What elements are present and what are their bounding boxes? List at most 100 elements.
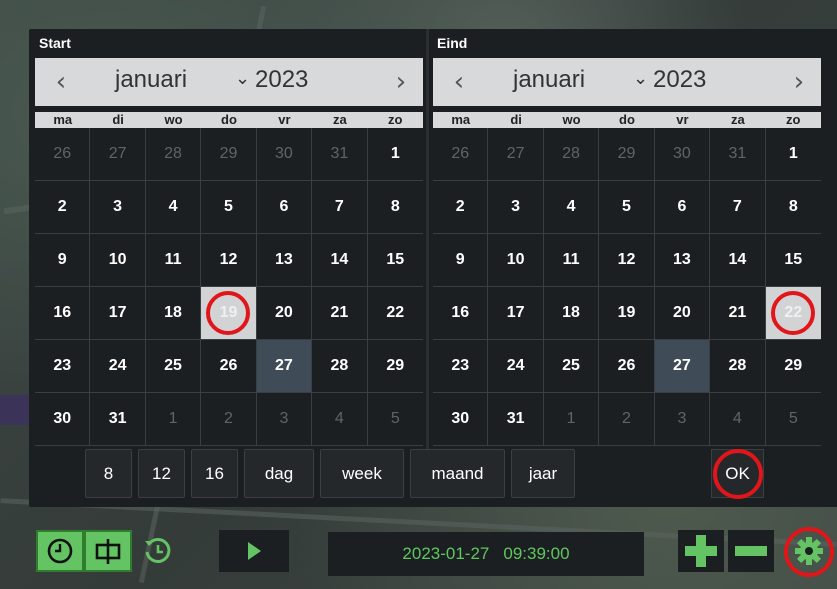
- day-cell[interactable]: 13: [654, 234, 711, 287]
- day-cell[interactable]: 29: [599, 128, 655, 181]
- day-cell[interactable]: 4: [710, 393, 766, 446]
- day-cell-today[interactable]: 27: [256, 340, 313, 393]
- day-cell[interactable]: 15: [765, 234, 821, 287]
- day-cell[interactable]: 10: [90, 234, 146, 287]
- day-cell[interactable]: 2: [599, 393, 655, 446]
- end-year-select[interactable]: 2023: [653, 66, 706, 94]
- day-cell[interactable]: 1: [543, 393, 600, 446]
- day-cell[interactable]: 30: [433, 393, 489, 446]
- day-cell[interactable]: 16: [433, 287, 489, 340]
- day-cell[interactable]: 10: [488, 234, 544, 287]
- day-cell[interactable]: 6: [654, 181, 711, 234]
- day-cell[interactable]: 28: [145, 128, 202, 181]
- quick-16-button[interactable]: 16: [191, 449, 238, 498]
- day-cell[interactable]: 28: [543, 128, 600, 181]
- day-cell[interactable]: 31: [488, 393, 544, 446]
- day-cell[interactable]: 14: [312, 234, 368, 287]
- quick-12-button[interactable]: 12: [138, 449, 185, 498]
- day-cell[interactable]: 11: [543, 234, 600, 287]
- chevron-right-icon[interactable]: ›: [779, 58, 819, 106]
- day-cell[interactable]: 9: [433, 234, 489, 287]
- day-cell[interactable]: 15: [367, 234, 423, 287]
- day-cell[interactable]: 24: [488, 340, 544, 393]
- clock-button[interactable]: [36, 530, 84, 572]
- day-cell[interactable]: 25: [543, 340, 600, 393]
- day-cell[interactable]: 27: [488, 128, 544, 181]
- day-cell[interactable]: 4: [145, 181, 202, 234]
- day-cell[interactable]: 24: [90, 340, 146, 393]
- end-month-select[interactable]: januari: [513, 66, 585, 94]
- day-cell[interactable]: 21: [710, 287, 766, 340]
- day-cell[interactable]: 4: [543, 181, 600, 234]
- day-cell[interactable]: 9: [35, 234, 91, 287]
- datetime-display[interactable]: 2023-01-27 09:39:00: [328, 532, 644, 576]
- quick-maand-button[interactable]: maand: [410, 449, 505, 498]
- quick-week-button[interactable]: week: [320, 449, 404, 498]
- day-cell[interactable]: 7: [312, 181, 368, 234]
- day-cell[interactable]: 31: [312, 128, 368, 181]
- day-cell[interactable]: 27: [90, 128, 146, 181]
- day-cell[interactable]: 26: [433, 128, 489, 181]
- day-cell[interactable]: 17: [90, 287, 146, 340]
- day-cell[interactable]: 2: [201, 393, 257, 446]
- zoom-in-button[interactable]: [678, 530, 724, 572]
- day-cell[interactable]: 20: [654, 287, 711, 340]
- day-cell[interactable]: 28: [710, 340, 766, 393]
- day-cell[interactable]: 30: [256, 128, 313, 181]
- day-cell[interactable]: 23: [433, 340, 489, 393]
- chevron-right-icon[interactable]: ›: [381, 58, 421, 106]
- day-cell[interactable]: 28: [312, 340, 368, 393]
- day-cell[interactable]: 30: [654, 128, 711, 181]
- day-cell[interactable]: 16: [35, 287, 91, 340]
- day-cell[interactable]: 5: [599, 181, 655, 234]
- day-cell[interactable]: 17: [488, 287, 544, 340]
- day-cell[interactable]: 19: [599, 287, 655, 340]
- day-cell[interactable]: 3: [488, 181, 544, 234]
- day-cell[interactable]: 5: [765, 393, 821, 446]
- start-month-select[interactable]: januari: [115, 66, 187, 94]
- history-button[interactable]: [134, 530, 182, 572]
- chevron-left-icon[interactable]: ‹: [439, 58, 479, 106]
- day-cell[interactable]: 29: [765, 340, 821, 393]
- zoom-out-button[interactable]: [728, 530, 774, 572]
- day-cell[interactable]: 31: [90, 393, 146, 446]
- day-cell[interactable]: 26: [35, 128, 91, 181]
- day-cell[interactable]: 3: [90, 181, 146, 234]
- day-cell[interactable]: 1: [765, 128, 821, 181]
- day-cell[interactable]: 25: [145, 340, 202, 393]
- day-cell[interactable]: 18: [145, 287, 202, 340]
- chevron-left-icon[interactable]: ‹: [41, 58, 81, 106]
- chevron-down-icon[interactable]: ⌄: [633, 68, 648, 89]
- day-cell[interactable]: 12: [599, 234, 655, 287]
- day-cell[interactable]: 30: [35, 393, 91, 446]
- day-cell[interactable]: 6: [256, 181, 313, 234]
- day-cell[interactable]: 4: [312, 393, 368, 446]
- day-cell[interactable]: 2: [433, 181, 489, 234]
- ok-button[interactable]: OK: [711, 448, 764, 499]
- day-cell[interactable]: 22: [367, 287, 423, 340]
- day-cell[interactable]: 1: [145, 393, 202, 446]
- day-cell[interactable]: 26: [599, 340, 655, 393]
- quick-dag-button[interactable]: dag: [244, 449, 314, 498]
- day-cell[interactable]: 21: [312, 287, 368, 340]
- day-cell[interactable]: 29: [367, 340, 423, 393]
- day-cell[interactable]: 5: [367, 393, 423, 446]
- day-cell[interactable]: 29: [201, 128, 257, 181]
- day-cell[interactable]: 5: [201, 181, 257, 234]
- quick-jaar-button[interactable]: jaar: [511, 449, 575, 498]
- day-cell[interactable]: 8: [765, 181, 821, 234]
- day-cell-today[interactable]: 27: [654, 340, 711, 393]
- day-cell[interactable]: 1: [367, 128, 423, 181]
- day-cell[interactable]: 11: [145, 234, 202, 287]
- start-year-select[interactable]: 2023: [255, 66, 308, 94]
- day-cell[interactable]: 3: [654, 393, 711, 446]
- day-cell[interactable]: 18: [543, 287, 600, 340]
- chevron-down-icon[interactable]: ⌄: [235, 68, 250, 89]
- day-cell[interactable]: 20: [256, 287, 313, 340]
- day-cell[interactable]: 8: [367, 181, 423, 234]
- day-cell[interactable]: 14: [710, 234, 766, 287]
- day-cell[interactable]: 26: [201, 340, 257, 393]
- play-button[interactable]: [219, 530, 289, 572]
- center-button[interactable]: [84, 530, 132, 572]
- day-cell[interactable]: 31: [710, 128, 766, 181]
